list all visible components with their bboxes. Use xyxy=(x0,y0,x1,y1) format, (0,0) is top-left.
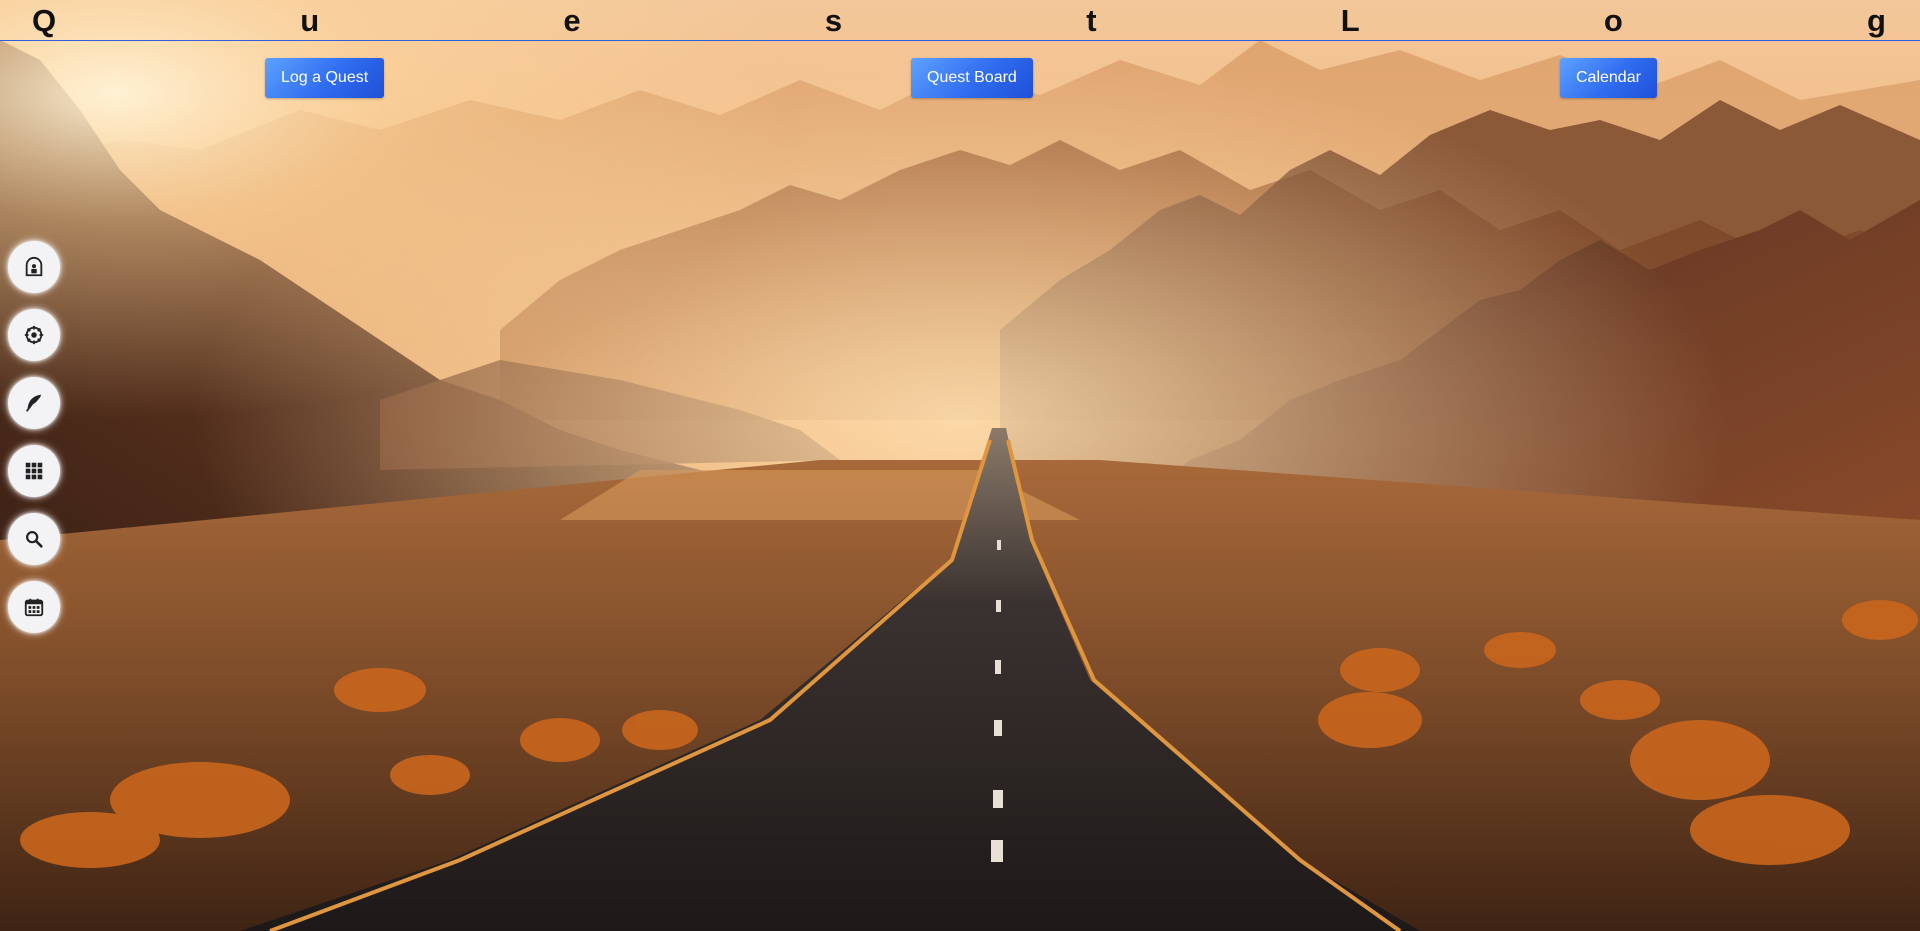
feather-icon xyxy=(25,394,42,412)
write-button[interactable] xyxy=(8,377,60,429)
title-letter: Q xyxy=(32,2,57,38)
app-window: Q u e s t L o g Log a Quest Quest Board … xyxy=(0,0,1920,931)
title-letter: o xyxy=(1603,2,1623,38)
title-letter: u xyxy=(300,2,320,38)
search-button[interactable] xyxy=(8,513,60,565)
title-letter: L xyxy=(1340,2,1360,38)
title-letter: s xyxy=(824,2,843,38)
log-quest-button[interactable]: Log a Quest xyxy=(265,58,385,98)
quest-board-button[interactable]: Quest Board xyxy=(911,58,1033,98)
side-toolbar xyxy=(8,241,60,633)
settings-icon xyxy=(24,325,44,345)
grid-button[interactable] xyxy=(8,445,60,497)
search-icon xyxy=(26,531,43,548)
title-letter: t xyxy=(1086,2,1097,38)
settings-button[interactable] xyxy=(8,309,60,361)
title-letter: g xyxy=(1866,2,1886,38)
quest-button[interactable] xyxy=(8,241,60,293)
desert-road-background xyxy=(0,0,1920,931)
calendar-icon xyxy=(24,598,44,617)
quest-icon xyxy=(25,256,43,277)
calendar-side-button[interactable] xyxy=(8,581,60,633)
calendar-button[interactable]: Calendar xyxy=(1560,58,1657,98)
grid-icon xyxy=(25,462,43,480)
app-title: Q u e s t L o g xyxy=(0,0,1920,41)
title-letter: e xyxy=(563,2,581,38)
